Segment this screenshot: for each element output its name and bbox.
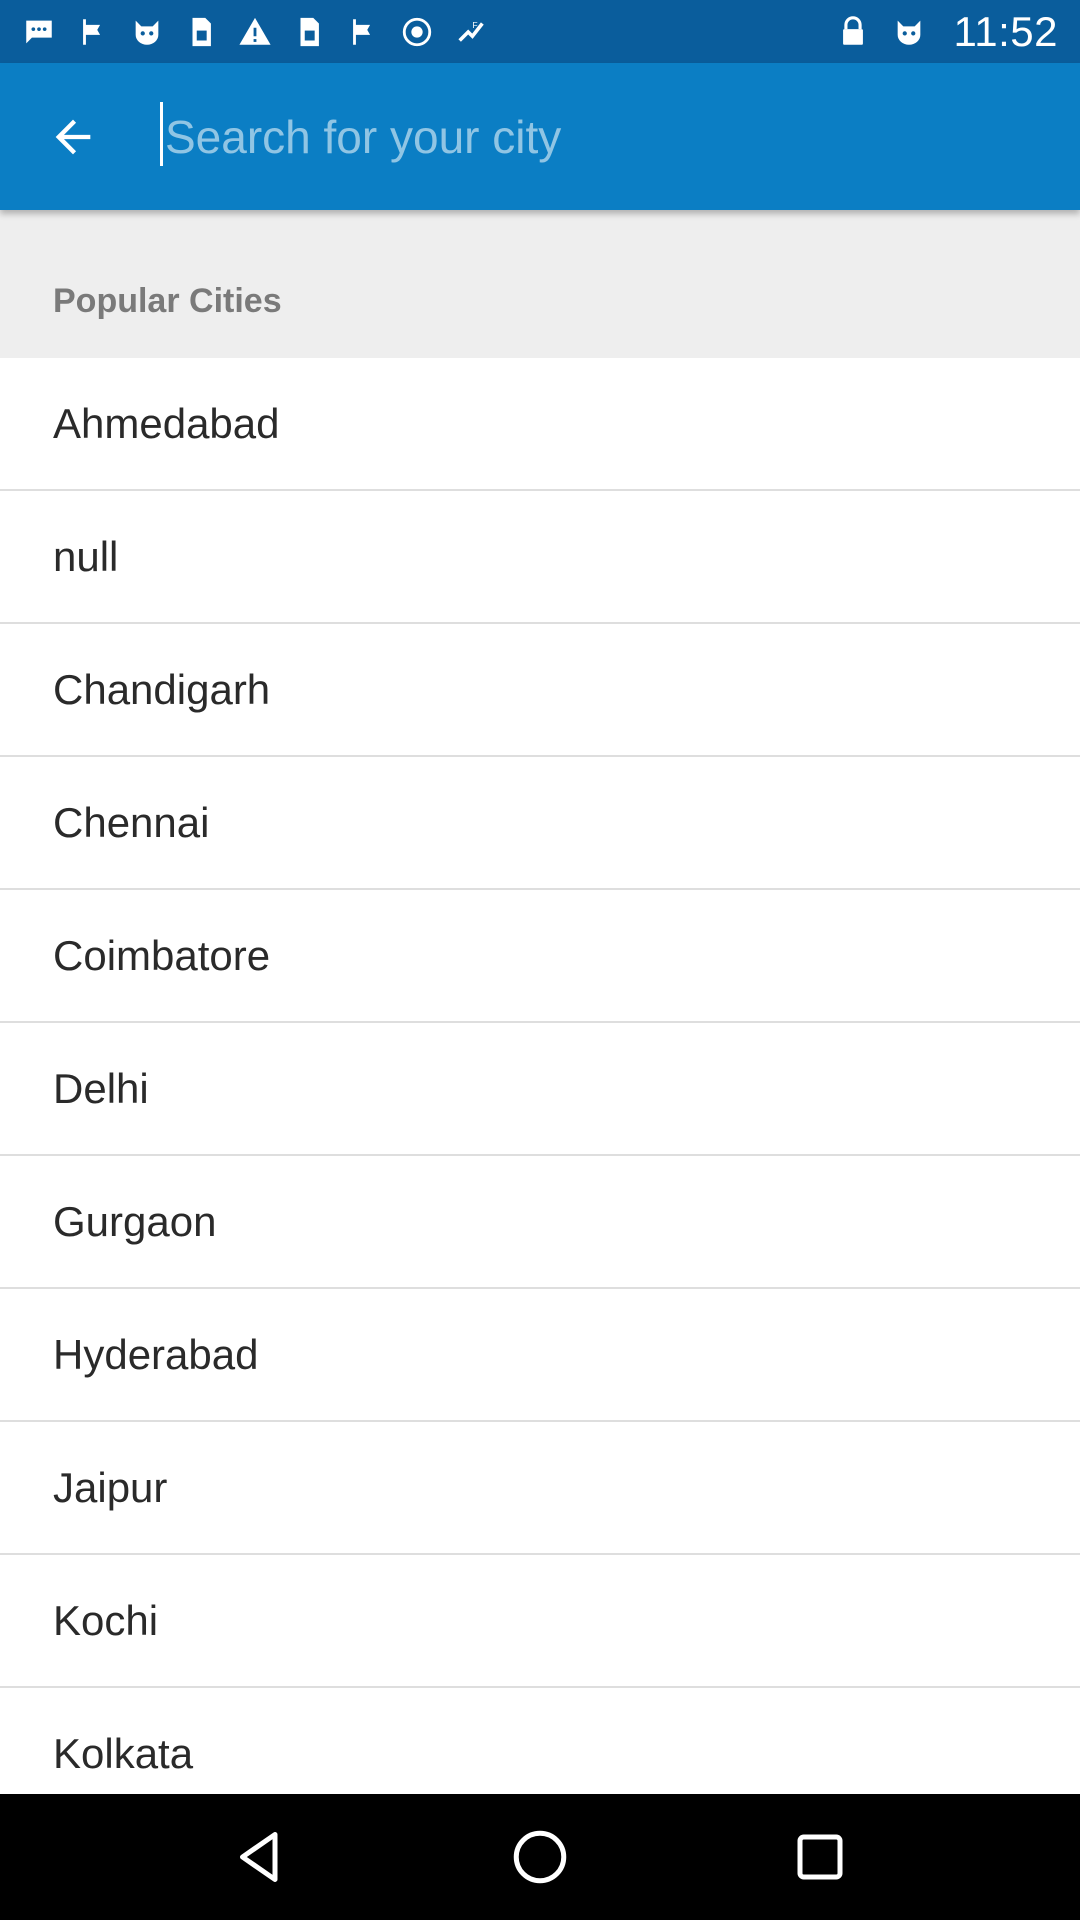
city-list-item[interactable]: Chennai [0,757,1080,890]
city-list-item[interactable]: Kochi [0,1555,1080,1688]
circle-home-icon [513,1830,567,1884]
nav-recents-button[interactable] [780,1817,860,1897]
city-list-item[interactable]: Gurgaon [0,1156,1080,1289]
search-app-bar [0,63,1080,210]
warning-icon [238,15,272,49]
arrow-back-icon [55,119,91,154]
svg-text:F: F [472,19,477,29]
square-recents-icon [797,1834,843,1880]
system-navigation-bar [0,1794,1080,1920]
search-field-container [160,91,1080,182]
triangle-back-icon [240,1832,278,1882]
nav-back-button[interactable] [220,1817,300,1897]
system-icons: 11:52 [836,8,1059,56]
city-list-item[interactable]: Jaipur [0,1422,1080,1555]
city-list-item[interactable]: Coimbatore [0,890,1080,1023]
flag-icon [346,15,380,49]
sim-icon [184,15,218,49]
status-bar: F 11:52 [0,0,1080,63]
back-button[interactable] [28,92,118,182]
city-list-item[interactable]: Ahmedabad [0,358,1080,491]
circle-icon [400,15,434,49]
city-list-item[interactable]: Delhi [0,1023,1080,1156]
city-list: Ahmedabad null Chandigarh Chennai Coimba… [0,358,1080,1794]
sim-icon [292,15,326,49]
notification-icons: F [22,15,836,49]
cat-icon [130,15,164,49]
status-time: 11:52 [953,7,1058,55]
city-list-item[interactable]: Chandigarh [0,624,1080,757]
chat-icon [22,15,56,49]
nav-home-button[interactable] [500,1817,580,1897]
city-list-item[interactable]: Hyderabad [0,1289,1080,1422]
city-list-item[interactable]: Kolkata [0,1688,1080,1794]
popular-cities-header: Popular Cities [0,210,1080,358]
fake-gps-icon: F [454,15,488,49]
lock-icon [836,15,870,49]
flag-icon [76,15,110,49]
text-cursor [160,101,163,166]
city-search-input[interactable] [160,91,1080,182]
cat-icon [892,15,926,49]
city-list-item[interactable]: null [0,491,1080,624]
